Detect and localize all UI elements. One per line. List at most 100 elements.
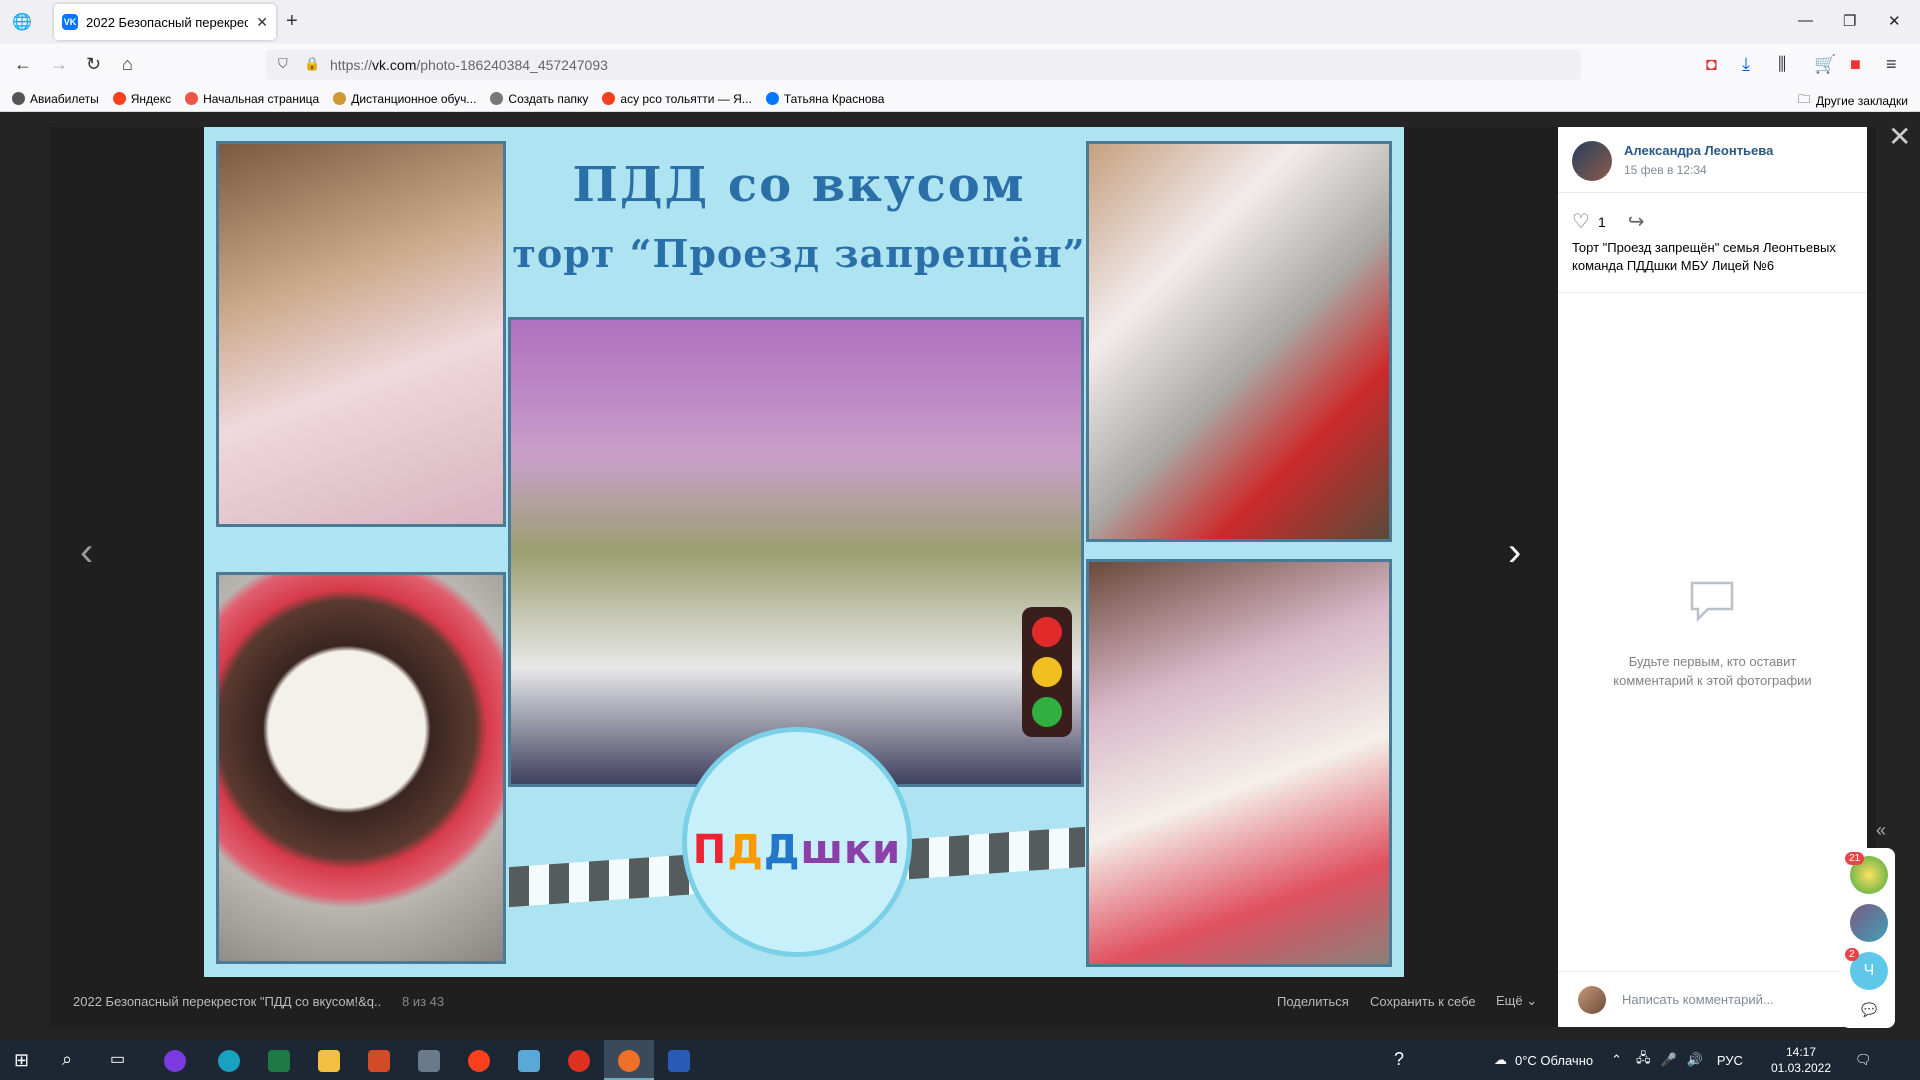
chat-icon[interactable]: 💬 (1861, 1002, 1877, 1018)
post-side-panel: Александра Леонтьева 15 фев в 12:34 ♡ 1 … (1558, 127, 1867, 1027)
post-description: Торт "Проезд запрещён" семья Леонтьевых … (1572, 240, 1836, 273)
bookmark-label: Дистанционное обуч... (351, 91, 477, 106)
heart-icon[interactable]: ♡ (1572, 209, 1590, 234)
downloads-icon[interactable]: ⤓ (1742, 54, 1750, 75)
search-icon[interactable]: ⌕ (62, 1049, 72, 1070)
bookmark-item[interactable]: Авиабилеты (12, 92, 99, 106)
reload-icon[interactable]: ↻ (86, 54, 101, 75)
photo-caption: 2022 Безопасный перекресток "ПДД со вкус… (73, 993, 382, 1009)
bookmark-label: Авиабилеты (30, 91, 99, 106)
bookmark-label: асу рсо тольятти — Я... (620, 91, 752, 106)
volume-icon[interactable]: 🔊 (1687, 1052, 1703, 1068)
bookmarks-bar: Авиабилеты Яндекс Начальная страница Дистан… (0, 86, 1920, 112)
photo-image[interactable]: ПДД со вкусом торт “Проезд запрещён” ПДД… (204, 127, 1404, 977)
share-icon[interactable]: ↪ (1628, 209, 1645, 234)
bookmark-item[interactable]: Яндекс (112, 92, 171, 106)
photo-cake-slice (216, 572, 506, 964)
windows-start-icon[interactable]: ⊞ (14, 1050, 29, 1071)
forward-icon[interactable]: → (50, 54, 68, 75)
close-viewer-icon[interactable]: ✕ (1888, 120, 1911, 153)
tab-title: 2022 Безопасный перекресток (86, 14, 249, 30)
clock[interactable]: 14:17 01.03.2022 (1771, 1044, 1831, 1076)
photo-family (508, 317, 1084, 787)
bookmark-item[interactable]: Дистанционное обуч... (333, 92, 476, 106)
logo-text: ПДДшки (692, 827, 902, 873)
collapse-chats-icon[interactable]: « (1876, 820, 1886, 841)
folder-icon: 🗀 (1798, 92, 1811, 106)
prev-photo-arrow[interactable]: ‹ (80, 530, 93, 575)
firefox-icon[interactable] (618, 1050, 640, 1072)
notepad-icon[interactable] (518, 1050, 540, 1072)
comment-bubble-icon (1690, 581, 1734, 623)
author-name[interactable]: Александра Леонтьева (1624, 143, 1773, 158)
mic-icon[interactable]: 🎤 (1661, 1052, 1677, 1068)
lang-indicator[interactable]: РУС (1717, 1053, 1743, 1068)
bookmark-item[interactable]: Татьяна Краснова (765, 91, 885, 106)
extension-icon[interactable]: ■ (1850, 54, 1861, 75)
excel-icon[interactable] (268, 1050, 290, 1072)
tab-close-icon[interactable]: ✕ (256, 14, 268, 31)
network-icon[interactable]: 🖧 (1636, 1049, 1651, 1071)
bookmark-icon (602, 92, 616, 105)
explorer-icon[interactable] (318, 1050, 340, 1072)
restore-button[interactable]: ❐ (1843, 12, 1856, 30)
help-icon[interactable]: ? (1394, 1049, 1404, 1070)
chat-badge-3: 2 (1845, 948, 1859, 961)
author-avatar[interactable] (1572, 141, 1612, 181)
bookmark-item[interactable]: Начальная страница (185, 92, 319, 106)
bookmark-icon (490, 92, 504, 105)
bookmark-item[interactable]: асу рсо тольятти — Я... (602, 91, 752, 106)
lock-icon: 🔒 (304, 56, 321, 71)
current-user-avatar (1578, 985, 1606, 1014)
bookmark-item[interactable]: Создать папку (490, 92, 588, 106)
yandex-icon[interactable] (468, 1050, 490, 1072)
next-photo-arrow[interactable]: › (1508, 530, 1521, 575)
task-view-icon[interactable]: ▭ (110, 1049, 125, 1069)
other-bookmarks[interactable]: 🗀 Другие закладки (1798, 90, 1908, 111)
system-tray: ☁ 0°C Облачно ⌃ 🖧 🎤 🔊 РУС 14:17 01.03.20… (1494, 1040, 1872, 1080)
bookmark-icon (112, 92, 126, 105)
powerpoint-icon[interactable] (368, 1050, 390, 1072)
shield-icon[interactable]: ⛉ (278, 56, 288, 72)
vk-favicon-icon: VK (62, 14, 78, 30)
chat-avatar-2[interactable] (1850, 904, 1888, 942)
notifications-icon[interactable]: 🗨 (1855, 1052, 1872, 1068)
url-bar[interactable]: ⛉ 🔒 https://vk.com/photo-186240384_45724… (266, 50, 1581, 80)
cloud-icon: ☁ (1494, 1052, 1507, 1067)
comment-input-row: Написать комментарий... (1558, 971, 1867, 1027)
tab-bar: 🌐 VK 2022 Безопасный перекресток ✕ + — ❐… (0, 0, 1920, 44)
back-icon[interactable]: ← (14, 54, 32, 75)
pocket-icon[interactable]: ◘ (1706, 54, 1717, 75)
browser-tab[interactable]: VK 2022 Безопасный перекресток ✕ (54, 4, 276, 40)
library-icon[interactable]: ⫼ (1778, 54, 1786, 75)
bookmark-label: Татьяна Краснова (783, 91, 885, 106)
traffic-light-icon (1022, 607, 1072, 737)
chat-badge-1: 21 (1845, 852, 1865, 865)
url-text[interactable]: https://vk.com/photo-186240384_457247093 (330, 57, 608, 73)
new-tab-button[interactable]: + (286, 10, 298, 33)
comment-input[interactable]: Написать комментарий... (1622, 992, 1774, 1007)
tray-up-icon[interactable]: ⌃ (1611, 1052, 1622, 1068)
yandex-browser-icon[interactable] (568, 1050, 590, 1072)
word-icon[interactable] (668, 1050, 690, 1072)
close-window-button[interactable]: ✕ (1888, 12, 1901, 30)
bookmark-icon (185, 92, 199, 105)
save-link[interactable]: Сохранить к себе (1370, 994, 1476, 1009)
alice-icon[interactable] (164, 1050, 186, 1072)
empty-comments-text: Будьте первым, кто оставит комментарий к… (1613, 654, 1812, 688)
minimize-button[interactable]: — (1798, 12, 1813, 29)
edge-icon[interactable] (218, 1050, 240, 1072)
home-icon[interactable]: ⌂ (122, 54, 133, 75)
divider (1558, 192, 1867, 193)
post-date[interactable]: 15 фев в 12:34 (1624, 163, 1707, 177)
menu-icon[interactable]: ≡ (1886, 54, 1897, 75)
photo-kids-decorating (1086, 141, 1392, 542)
weather-text[interactable]: 0°C Облачно (1515, 1053, 1593, 1068)
calculator-icon[interactable] (418, 1050, 440, 1072)
more-link[interactable]: Ещё ⌄ (1496, 993, 1537, 1009)
cart-icon[interactable]: 🛒 (1814, 54, 1836, 75)
globe-icon[interactable]: 🌐 (12, 12, 32, 32)
bookmark-icon (765, 92, 779, 105)
share-link[interactable]: Поделиться (1277, 994, 1349, 1009)
photo-title-line2: торт “Проезд запрещён” (512, 231, 1086, 276)
